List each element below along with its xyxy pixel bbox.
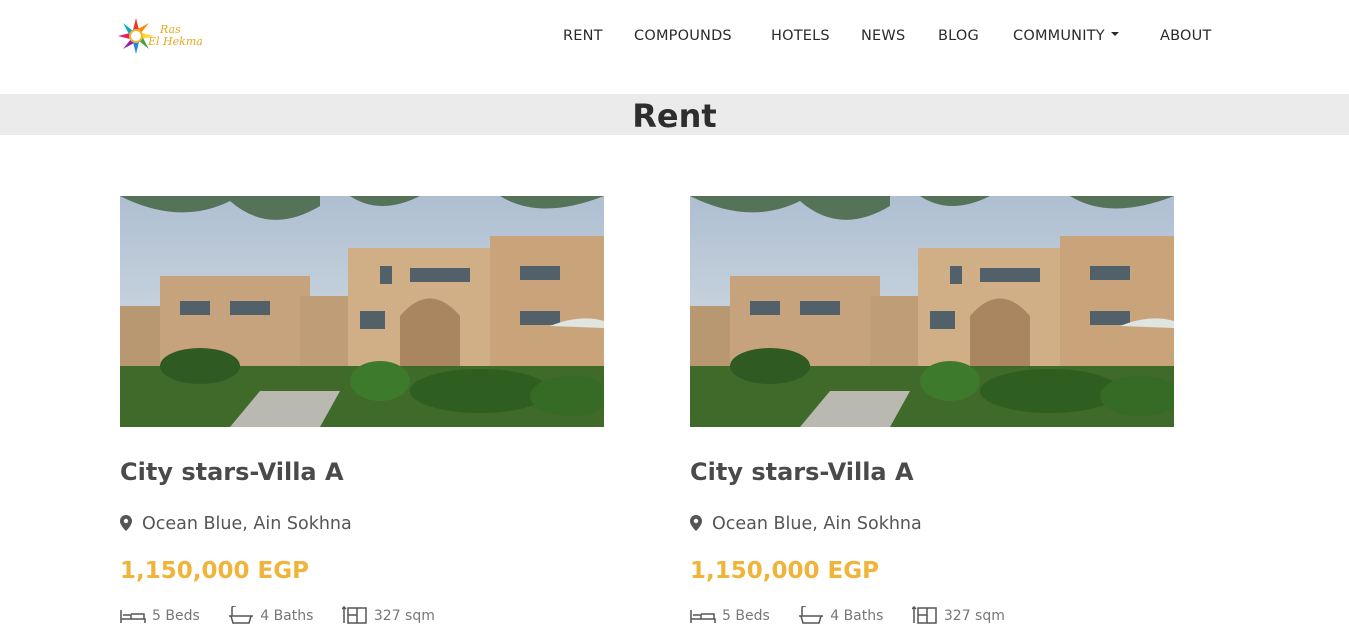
map-pin-icon xyxy=(120,515,132,531)
map-pin-icon xyxy=(690,515,702,531)
nav-item-news[interactable]: NEWS xyxy=(861,28,905,44)
nav-item-about[interactable]: ABOUT xyxy=(1160,28,1212,44)
listing-image[interactable] xyxy=(690,196,1174,427)
nav-item-compounds[interactable]: COMPOUNDS xyxy=(634,28,732,44)
area-icon xyxy=(911,605,937,624)
caret-down-icon xyxy=(1110,32,1119,36)
area-feature: 327 sqm xyxy=(341,605,435,624)
nav-item-rent[interactable]: RENT xyxy=(563,28,603,44)
area-icon xyxy=(341,605,367,624)
site-header: Ras El Hekma RENT COMPOUNDS HOTELS NEWS … xyxy=(0,0,1349,94)
listing-title[interactable]: City stars-Villa A xyxy=(690,458,914,486)
listing-price: 1,150,000 EGP xyxy=(690,558,879,584)
page-title: Rent xyxy=(632,97,717,135)
listing-price: 1,150,000 EGP xyxy=(120,558,309,584)
baths-feature: 4 Baths xyxy=(798,605,883,624)
area-feature: 327 sqm xyxy=(911,605,1005,624)
nav-item-community[interactable]: COMMUNITY xyxy=(1013,28,1119,44)
listing-location: Ocean Blue, Ain Sokhna xyxy=(690,514,922,534)
nav-item-hotels[interactable]: HOTELS xyxy=(771,28,830,44)
listing-location-text: Ocean Blue, Ain Sokhna xyxy=(712,514,922,534)
main-nav: RENT COMPOUNDS HOTELS NEWS BLOG COMMUNIT… xyxy=(0,28,1349,48)
listing-image[interactable] xyxy=(120,196,604,427)
bath-icon xyxy=(229,605,254,624)
listing-features: 5 Beds 4 Baths 327 sqm xyxy=(120,605,459,626)
listing-location-text: Ocean Blue, Ain Sokhna xyxy=(142,514,352,534)
nav-item-community-label: COMMUNITY xyxy=(1013,28,1105,44)
nav-item-blog[interactable]: BLOG xyxy=(938,28,979,44)
baths-feature: 4 Baths xyxy=(228,605,313,624)
listing-title[interactable]: City stars-Villa A xyxy=(120,458,344,486)
bath-icon xyxy=(799,605,824,624)
listing-features: 5 Beds 4 Baths 327 sqm xyxy=(690,605,1029,626)
listing-location: Ocean Blue, Ain Sokhna xyxy=(120,514,352,534)
